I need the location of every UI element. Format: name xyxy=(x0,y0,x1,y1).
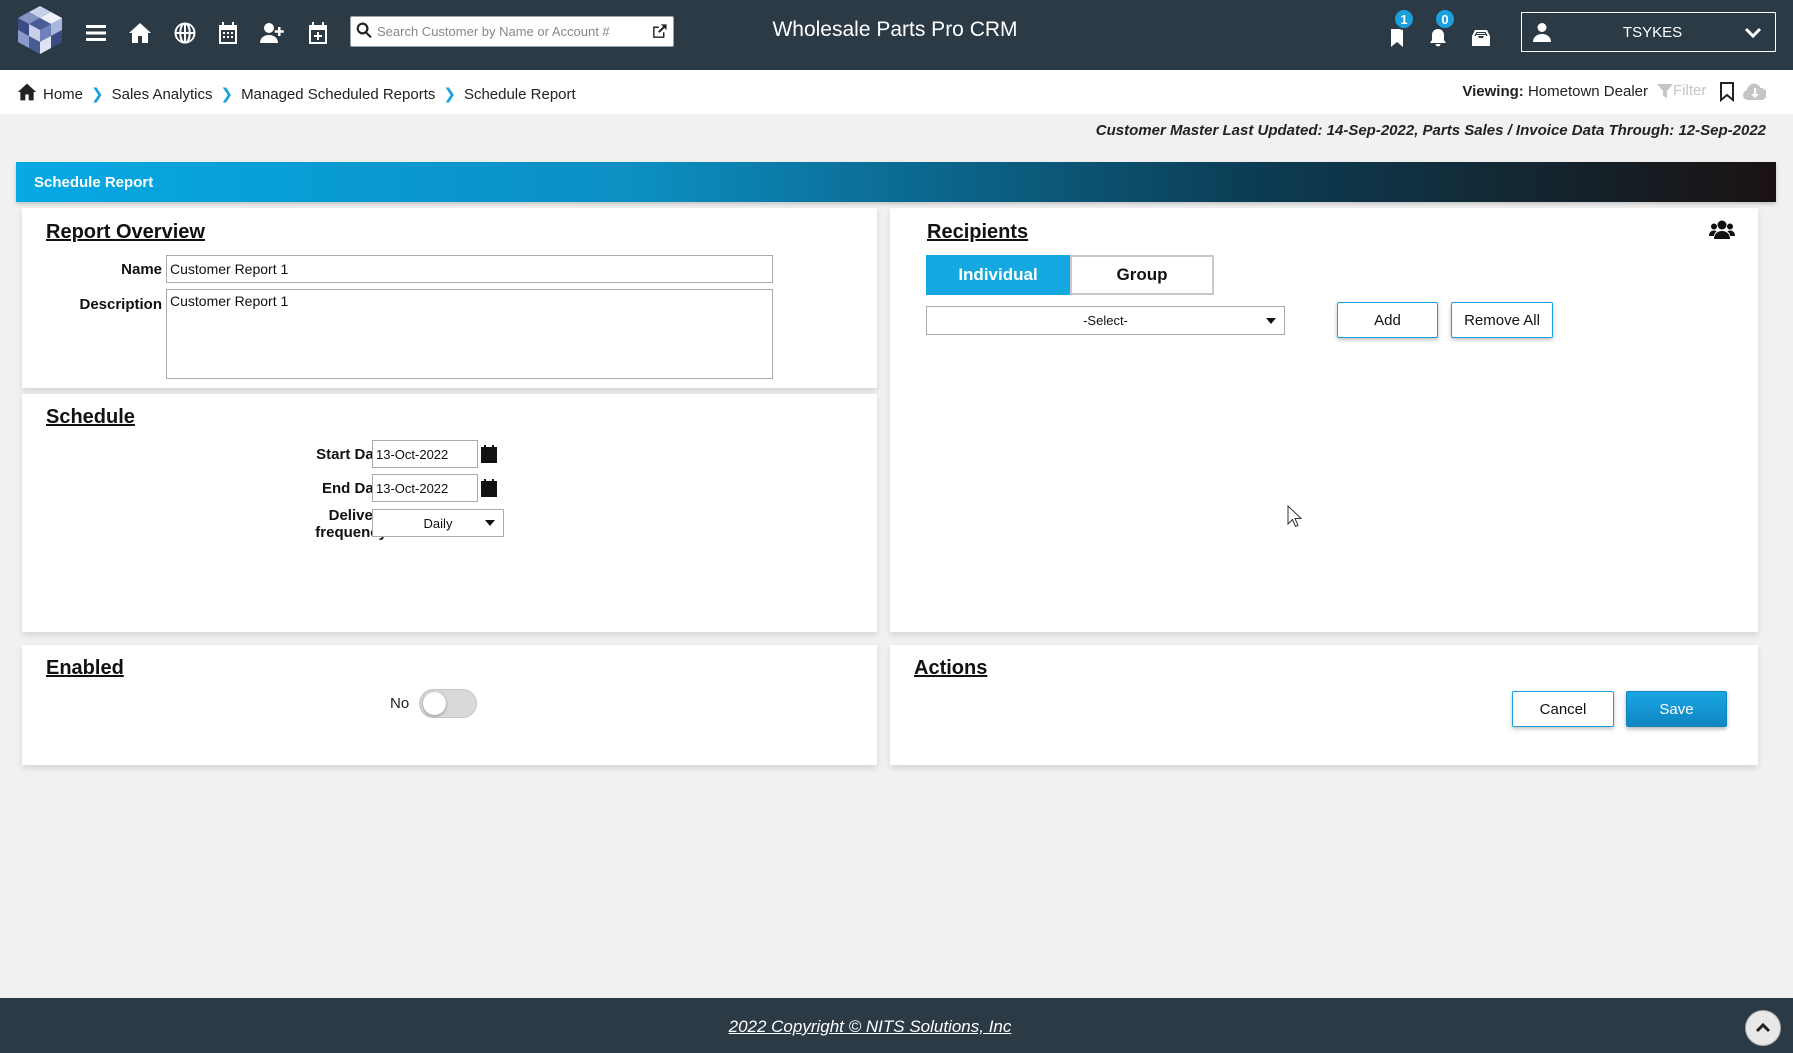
delivery-frequency-label: Delivery frequency xyxy=(315,507,387,541)
breadcrumb-current: Schedule Report xyxy=(463,85,576,103)
delivery-frequency-value: Daily xyxy=(423,515,453,531)
alerts-count-badge: 0 xyxy=(1434,8,1456,30)
name-label: Name xyxy=(121,261,162,278)
inbox-icon[interactable] xyxy=(1466,18,1496,48)
breadcrumb-bar: Home ❯ Sales Analytics ❯ Managed Schedul… xyxy=(0,70,1793,114)
start-date-calendar-icon[interactable] xyxy=(477,440,501,468)
bookmark-icon[interactable] xyxy=(1718,82,1736,107)
actions-title: Actions xyxy=(914,657,988,679)
user-name: TSYKES xyxy=(1622,23,1683,41)
start-date-input[interactable] xyxy=(372,440,478,468)
breadcrumb-separator-icon: ❯ xyxy=(220,86,234,103)
globe-icon[interactable] xyxy=(172,20,198,46)
bookmarks-count-badge: 1 xyxy=(1393,8,1415,30)
filter-icon xyxy=(1657,83,1673,98)
filter-button[interactable]: Filter xyxy=(1657,82,1706,99)
viewing-indicator: Viewing: Hometown Dealer xyxy=(1462,83,1648,100)
breadcrumb-managed-scheduled-reports[interactable]: Managed Scheduled Reports xyxy=(241,86,435,103)
chevron-down-icon xyxy=(1743,22,1775,42)
user-menu[interactable]: TSYKES xyxy=(1521,12,1776,52)
page-title: Schedule Report xyxy=(16,162,1776,202)
external-link-icon[interactable] xyxy=(645,18,673,46)
enabled-title: Enabled xyxy=(46,657,124,679)
top-navbar: Wholesale Parts Pro CRM 1 0 TSYKES xyxy=(0,0,1793,70)
recipient-select-value: -Select- xyxy=(1083,313,1128,328)
caret-down-icon xyxy=(485,520,495,526)
enabled-toggle[interactable] xyxy=(419,689,477,718)
toggle-knob xyxy=(423,692,446,715)
actions-card: Actions Cancel Save xyxy=(890,645,1758,765)
recipients-card: Recipients Individual Group -Select- Add… xyxy=(890,208,1758,632)
logo-icon[interactable] xyxy=(10,4,70,56)
delivery-frequency-select[interactable]: Daily xyxy=(372,509,504,537)
footer: 2022 Copyright © NITS Solutions, Inc xyxy=(0,998,1793,1053)
viewing-value: Hometown Dealer xyxy=(1527,83,1648,100)
cloud-download-icon[interactable] xyxy=(1742,82,1767,107)
data-last-updated: Customer Master Last Updated: 14-Sep-202… xyxy=(1095,122,1766,139)
end-date-input[interactable] xyxy=(372,474,478,502)
bell-icon xyxy=(1430,29,1446,47)
tab-individual[interactable]: Individual xyxy=(926,255,1070,295)
recipients-title: Recipients xyxy=(927,221,1029,243)
breadcrumb: Home ❯ Sales Analytics ❯ Managed Schedul… xyxy=(17,82,576,106)
add-recipient-button[interactable]: Add xyxy=(1337,302,1438,338)
app-title: Wholesale Parts Pro CRM xyxy=(772,18,1018,41)
viewing-label: Viewing: xyxy=(1462,83,1524,100)
home-icon xyxy=(17,82,37,106)
schedule-title: Schedule xyxy=(46,406,135,428)
calendar-add-icon[interactable] xyxy=(305,20,331,46)
schedule-card: Schedule Start Date End Date Delivery fr… xyxy=(22,394,877,632)
breadcrumb-sales-analytics[interactable]: Sales Analytics xyxy=(112,86,213,103)
chevron-up-icon xyxy=(1755,1022,1771,1033)
start-date-label: Start Date xyxy=(316,446,387,463)
search-bar xyxy=(350,16,674,47)
home-icon[interactable] xyxy=(127,20,153,46)
recipient-select[interactable]: -Select- xyxy=(926,306,1285,335)
breadcrumb-separator-icon: ❯ xyxy=(443,86,456,103)
end-date-calendar-icon[interactable] xyxy=(477,474,501,502)
bookmark-icon xyxy=(1391,29,1403,47)
add-user-icon[interactable] xyxy=(259,20,285,46)
save-button[interactable]: Save xyxy=(1626,691,1727,727)
end-date-label: End Date xyxy=(321,480,387,497)
search-input[interactable] xyxy=(377,18,645,45)
user-icon xyxy=(1532,22,1562,42)
filter-label: Filter xyxy=(1673,82,1707,99)
search-icon[interactable] xyxy=(355,21,377,43)
report-overview-card: Report Overview Name Description Custome… xyxy=(22,208,877,388)
calendar-icon[interactable] xyxy=(215,20,241,46)
group-icon[interactable] xyxy=(1709,219,1735,246)
alerts-button[interactable]: 0 xyxy=(1423,8,1456,48)
name-input[interactable] xyxy=(166,255,773,283)
cancel-button[interactable]: Cancel xyxy=(1512,691,1614,727)
breadcrumb-home[interactable]: Home xyxy=(43,86,83,103)
menu-icon[interactable] xyxy=(83,20,109,46)
caret-down-icon xyxy=(1266,317,1276,324)
tab-group[interactable]: Group xyxy=(1070,255,1214,295)
breadcrumb-separator-icon: ❯ xyxy=(91,86,104,103)
enabled-state-label: No xyxy=(390,695,410,712)
description-label: Description xyxy=(79,296,162,313)
bookmarks-button[interactable]: 1 xyxy=(1382,8,1415,48)
scroll-to-top-button[interactable] xyxy=(1745,1010,1781,1046)
remove-all-button[interactable]: Remove All xyxy=(1451,302,1553,338)
report-overview-title: Report Overview xyxy=(46,221,205,243)
mouse-cursor-icon xyxy=(1287,504,1303,534)
copyright-link[interactable]: 2022 Copyright © NITS Solutions, Inc xyxy=(0,1017,1740,1037)
description-textarea[interactable]: Customer Report 1 xyxy=(166,289,773,379)
